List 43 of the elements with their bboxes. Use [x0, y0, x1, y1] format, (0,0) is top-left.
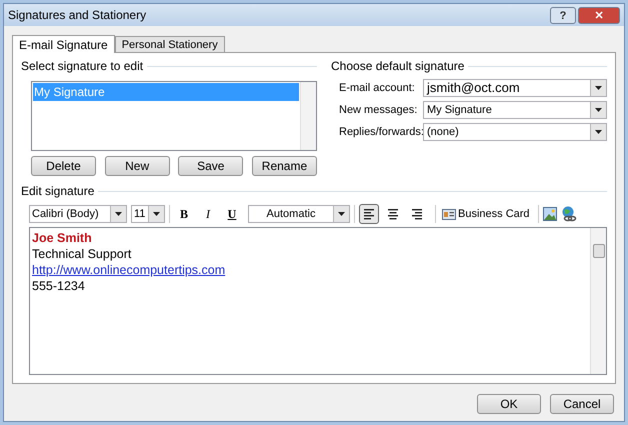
dropdown-value: My Signature	[426, 102, 493, 118]
dropdown-value: jsmith@oct.com	[426, 80, 521, 96]
signature-line: 555-1234	[32, 279, 85, 293]
window-title: Signatures and Stationery	[8, 7, 146, 24]
align-center-icon	[387, 208, 399, 220]
field-label: Replies/forwards:	[339, 124, 423, 140]
align-right-icon	[411, 208, 423, 220]
signature-line: Technical Support	[32, 247, 132, 261]
dialog-button[interactable]: OK	[477, 394, 541, 414]
tab[interactable]: E-mail Signature	[12, 35, 115, 53]
signature-editor[interactable]: Joe Smith Technical Support http://www.onlinecomputertips.com 555-1234	[29, 227, 607, 375]
dropdown-field[interactable]: (none)	[423, 123, 607, 141]
field-label: New messages:	[339, 102, 418, 118]
dialog-button[interactable]: Cancel	[550, 394, 614, 414]
size-dropdown[interactable]: 11	[131, 205, 165, 223]
action-button[interactable]: Rename	[252, 156, 317, 176]
align-button[interactable]	[359, 204, 379, 224]
close-button[interactable]: ✕	[578, 6, 620, 24]
help-button[interactable]: ?	[550, 6, 576, 24]
signature-link[interactable]: http://www.onlinecomputertips.com	[32, 263, 226, 277]
insert-picture-icon[interactable]	[542, 207, 557, 221]
dropdown-field[interactable]: My Signature	[423, 101, 607, 119]
italic-button[interactable]: I	[198, 204, 218, 224]
action-button[interactable]: Delete	[31, 156, 96, 176]
align-left-icon	[363, 208, 375, 220]
color-dropdown[interactable]: Automatic	[248, 205, 350, 223]
section-heading: Choose default signature	[331, 58, 464, 75]
business-card-button[interactable]: Business Card	[440, 204, 532, 224]
font-dropdown[interactable]: Calibri (Body)	[29, 205, 127, 223]
globe-link-icon[interactable]	[560, 206, 577, 222]
section-heading: Edit signature	[21, 183, 94, 200]
scrollbar	[300, 82, 316, 150]
card-icon	[442, 208, 456, 220]
tab[interactable]: Personal Stationery	[114, 36, 225, 52]
field-label: E-mail account:	[339, 80, 416, 96]
bold-button[interactable]: B	[174, 204, 194, 224]
section-heading: Select signature to edit	[21, 58, 144, 75]
signature-name: Joe Smith	[32, 231, 92, 245]
action-button[interactable]: Save	[178, 156, 244, 176]
underline-button[interactable]: U	[222, 204, 242, 224]
dropdown-field[interactable]: jsmith@oct.com	[423, 79, 607, 97]
dropdown-value: (none)	[426, 124, 460, 140]
action-button[interactable]: New	[104, 156, 170, 176]
